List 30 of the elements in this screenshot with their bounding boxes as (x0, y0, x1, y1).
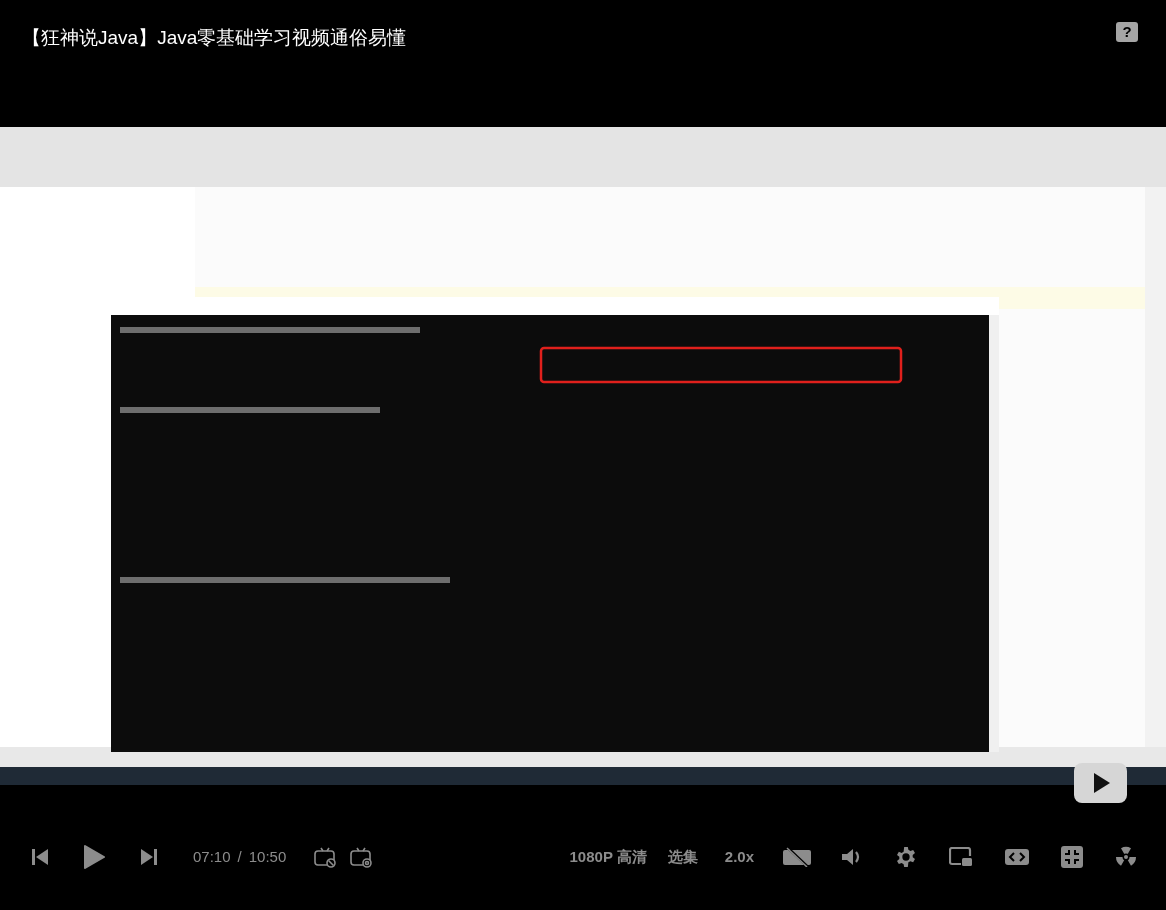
settings-icon (895, 846, 917, 868)
speed-button[interactable]: 2.0x (724, 845, 754, 869)
tv-blocked-icon (314, 846, 337, 868)
skip-back-icon (31, 848, 49, 866)
next-button[interactable] (139, 847, 159, 867)
quality-button[interactable]: 1080P 高清 (569, 845, 647, 869)
danmaku-settings-button[interactable] (350, 846, 373, 868)
picture-in-picture-button[interactable] (948, 846, 974, 868)
video-title: 【狂神说Java】Java零基础学习视频通俗易懂 (22, 26, 407, 50)
danmaku-off-button[interactable] (314, 846, 337, 868)
wide-mode-icon (1005, 848, 1029, 866)
wide-mode-button[interactable] (1004, 846, 1030, 868)
episodes-button[interactable]: 选集 (667, 845, 698, 869)
fullscreen-icon (1061, 846, 1083, 868)
subtitles-off-icon (782, 847, 812, 867)
subtitles-off-button[interactable] (782, 846, 812, 868)
picture-in-picture-icon (949, 847, 973, 867)
time-separator: / (237, 846, 242, 867)
duration: 10:50 (248, 846, 287, 867)
fullscreen-button[interactable] (1060, 846, 1084, 868)
settings-button[interactable] (894, 845, 918, 869)
tv-settings-icon (350, 846, 373, 868)
previous-button[interactable] (30, 847, 50, 867)
help-button[interactable]: ? (1116, 22, 1138, 42)
play-icon (83, 845, 105, 869)
radiation-icon (1115, 846, 1137, 868)
play-overlay-button[interactable] (1074, 763, 1127, 803)
skip-forward-icon (140, 848, 158, 866)
current-time: 07:10 (193, 846, 231, 867)
play-button[interactable] (82, 845, 106, 869)
